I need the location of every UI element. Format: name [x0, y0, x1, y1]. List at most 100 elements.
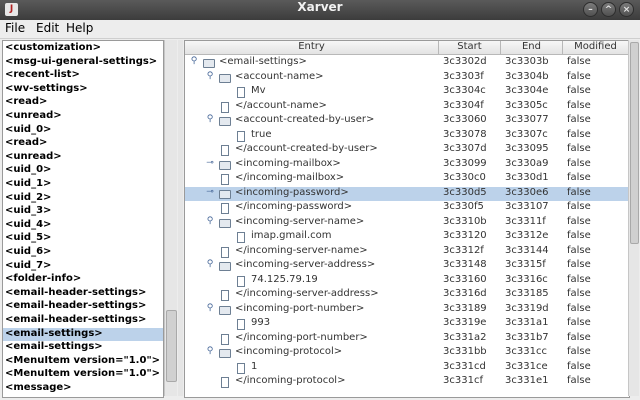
list-item[interactable]: <uid_7>: [5, 260, 163, 273]
tree-expanded-icon[interactable]: ⚲: [205, 346, 215, 361]
tree-expanded-icon[interactable]: ⚲: [205, 216, 215, 231]
list-item[interactable]: <uid_5>: [5, 232, 163, 245]
table-row[interactable]: </incoming-mailbox> 3c330c0 3c330d1 false: [185, 172, 629, 187]
title-bar[interactable]: J Xarver – ^ ×: [0, 0, 640, 21]
table-row[interactable]: ⊸ <incoming-mailbox> 3c33099 3c330a9 false: [185, 158, 629, 173]
table-row[interactable]: </incoming-port-number> 3c331a2 3c331b7 fal…: [185, 332, 629, 347]
entry-cell: <email-settings>: [219, 56, 307, 67]
tree-expanded-icon[interactable]: ⚲: [205, 114, 215, 129]
table-row[interactable]: ⚲ <email-settings> 3c3302d 3c3303b false: [185, 56, 629, 71]
list-item[interactable]: <uid_2>: [5, 192, 163, 205]
list-item[interactable]: <msg-ui-general-settings>: [5, 56, 163, 69]
column-header-end[interactable]: End: [501, 41, 563, 55]
list-item[interactable]: <email-header-settings>: [5, 300, 163, 313]
list-item[interactable]: <uid_0>: [5, 164, 163, 177]
list-item[interactable]: <read>: [5, 137, 163, 150]
table-row[interactable]: ⚲ <account-created-by-user> 3c33060 3c33077…: [185, 114, 629, 129]
tree-expanded-icon[interactable]: ⚲: [205, 259, 215, 274]
end-cell: 3c3304e: [505, 85, 549, 96]
modified-cell: false: [567, 128, 591, 140]
list-item[interactable]: <email-header-settings>: [5, 287, 163, 300]
table-row[interactable]: ⚲ <incoming-protocol> 3c331bb 3c331cc false: [185, 346, 629, 361]
list-item[interactable]: <uid_6>: [5, 246, 163, 259]
list-item[interactable]: <customization>: [5, 42, 163, 55]
start-cell: 3c3304c: [443, 85, 486, 96]
table-row[interactable]: </incoming-password> 3c330f5 3c33107 false: [185, 201, 629, 216]
maximize-icon[interactable]: ^: [601, 2, 616, 17]
entry-cell: </account-created-by-user>: [235, 143, 378, 154]
table-row[interactable]: true 3c33078 3c3307c false: [185, 129, 629, 144]
close-icon[interactable]: ×: [619, 2, 634, 17]
table-row[interactable]: Mv 3c3304c 3c3304e false: [185, 85, 629, 100]
list-item[interactable]: <unread>: [5, 110, 163, 123]
menu-help[interactable]: Help: [66, 21, 93, 37]
list-item[interactable]: <uid_4>: [5, 219, 163, 232]
entry-cell: </incoming-mailbox>: [235, 172, 345, 183]
table-row[interactable]: 1 3c331cd 3c331ce false: [185, 361, 629, 376]
list-item[interactable]: <uid_3>: [5, 205, 163, 218]
table-row[interactable]: 74.125.79.19 3c33160 3c3316c false: [185, 274, 629, 289]
entry-cell: <incoming-mailbox>: [235, 157, 341, 169]
minimize-icon[interactable]: –: [583, 2, 598, 17]
tree-collapsed-icon[interactable]: ⊸: [205, 187, 215, 202]
start-cell: 3c330d5: [443, 186, 487, 198]
element-list[interactable]: <customization> <msg-ui-general-settings>…: [2, 40, 164, 398]
list-item[interactable]: <MenuItem version="1.0">: [5, 355, 163, 368]
list-item[interactable]: <message>: [5, 382, 163, 395]
document-icon: [221, 203, 229, 214]
list-item[interactable]: <MenuItem version="1.0">: [5, 368, 163, 381]
tree-expanded-icon[interactable]: ⚲: [205, 303, 215, 318]
list-item[interactable]: <email-settings>: [5, 341, 163, 354]
right-scrollbar-thumb[interactable]: [630, 42, 639, 244]
table-row[interactable]: </incoming-server-address> 3c3316d 3c33185…: [185, 288, 629, 303]
list-item[interactable]: <read>: [5, 96, 163, 109]
table-row[interactable]: </account-name> 3c3304f 3c3305c false: [185, 100, 629, 115]
column-header-modified[interactable]: Modified: [563, 41, 629, 55]
table-row[interactable]: ⊸ <incoming-password> 3c330d5 3c330e6 false: [185, 186, 629, 202]
tree-expanded-icon[interactable]: ⚲: [205, 71, 215, 86]
start-cell: 3c331a2: [443, 331, 487, 343]
list-item[interactable]: <email-settings>: [3, 327, 163, 341]
table-row[interactable]: </account-created-by-user> 3c3307d 3c33095…: [185, 143, 629, 158]
left-scrollbar-thumb[interactable]: [166, 310, 177, 382]
folder-icon: [219, 305, 231, 315]
list-item[interactable]: <uid_1>: [5, 178, 163, 191]
start-cell: 3c3319e: [443, 317, 487, 328]
list-item[interactable]: <email-header-settings>: [5, 314, 163, 327]
list-item[interactable]: <recent-list>: [5, 69, 163, 82]
list-item[interactable]: <uid_0>: [5, 124, 163, 137]
end-cell: 3c3304b: [505, 70, 549, 82]
column-header-start[interactable]: Start: [439, 41, 501, 55]
column-header-entry[interactable]: Entry: [185, 41, 439, 55]
left-scrollbar[interactable]: [164, 40, 177, 396]
menu-edit[interactable]: Edit: [36, 21, 59, 37]
table-row[interactable]: </incoming-protocol> 3c331cf 3c331e1 false: [185, 375, 629, 390]
list-item[interactable]: <unread>: [5, 151, 163, 164]
folder-icon: [219, 349, 231, 358]
menu-file[interactable]: File: [5, 21, 25, 37]
table-row[interactable]: ⚲ <account-name> 3c3303f 3c3304b false: [185, 71, 629, 86]
tree-collapsed-icon[interactable]: ⊸: [205, 158, 215, 173]
table-row[interactable]: </incoming-server-name> 3c3312f 3c33144 fal…: [185, 245, 629, 260]
table-row[interactable]: ⚲ <incoming-server-name> 3c3310b 3c3311f fal…: [185, 216, 629, 231]
folder-icon: [219, 160, 231, 170]
list-item[interactable]: <wv-settings>: [5, 83, 163, 96]
tree-expanded-icon[interactable]: ⚲: [189, 56, 199, 71]
modified-cell: false: [567, 317, 591, 328]
table-row[interactable]: imap.gmail.com 3c33120 3c3312e false: [185, 230, 629, 245]
table-row[interactable]: ⚲ <incoming-port-number> 3c33189 3c3319d fal…: [185, 303, 629, 318]
end-cell: 3c331b7: [505, 331, 549, 343]
modified-cell: false: [567, 186, 591, 198]
right-scrollbar[interactable]: [628, 40, 639, 396]
document-icon: [237, 319, 245, 330]
entry-cell: imap.gmail.com: [251, 230, 332, 241]
list-item[interactable]: <folder-info>: [5, 273, 163, 286]
document-icon: [221, 246, 229, 258]
start-cell: 3c33060: [443, 114, 487, 125]
entry-cell: <account-created-by-user>: [235, 114, 375, 125]
table-row[interactable]: 993 3c3319e 3c331a1 false: [185, 317, 629, 332]
pane-splitter[interactable]: [178, 40, 183, 396]
document-icon: [237, 232, 245, 243]
table-row[interactable]: ⚲ <incoming-server-address> 3c33148 3c3315f…: [185, 259, 629, 274]
entry-cell: true: [251, 128, 272, 140]
